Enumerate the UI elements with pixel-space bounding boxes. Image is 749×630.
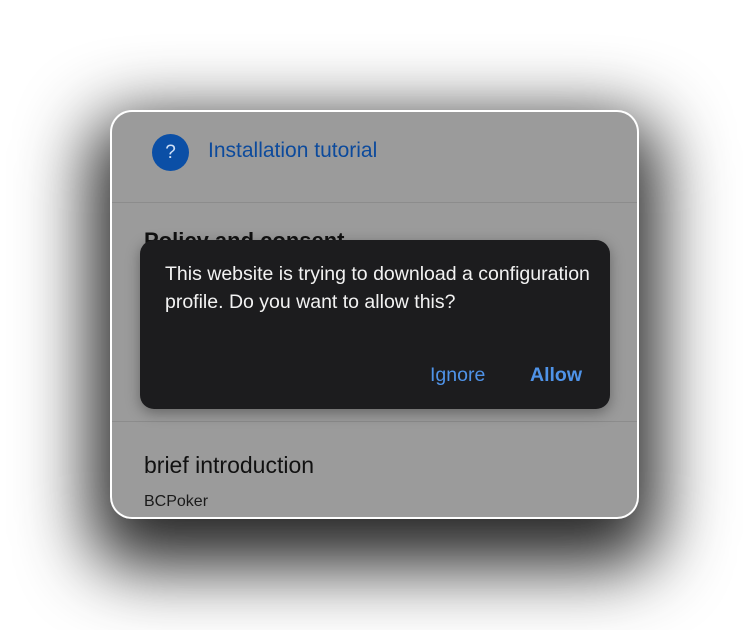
allow-button[interactable]: Allow bbox=[530, 364, 582, 387]
installation-tutorial-label: Installation tutorial bbox=[208, 139, 378, 162]
download-profile-dialog: This website is trying to download a con… bbox=[140, 240, 610, 409]
intro-title: brief introduction bbox=[144, 452, 315, 478]
ignore-button[interactable]: Ignore bbox=[430, 364, 485, 387]
dialog-message: This website is trying to download a con… bbox=[165, 263, 590, 313]
installation-tutorial-link[interactable]: ? Installation tutorial bbox=[112, 112, 637, 202]
intro-body: BCPoker bbox=[144, 493, 209, 510]
divider bbox=[112, 421, 637, 422]
question-mark-icon: ? bbox=[152, 134, 189, 171]
divider bbox=[112, 202, 637, 203]
